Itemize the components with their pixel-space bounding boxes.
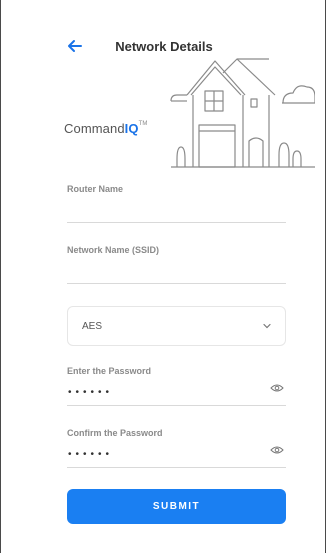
- network-name-label: Network Name (SSID): [67, 245, 160, 255]
- password-label: Enter the Password: [67, 366, 152, 376]
- password-field[interactable]: Enter the Password ••••••: [67, 366, 286, 406]
- encryption-select[interactable]: AES: [67, 306, 286, 346]
- router-name-label: Router Name: [67, 184, 124, 194]
- encryption-selected-value: AES: [82, 321, 103, 332]
- eye-icon[interactable]: [270, 383, 284, 393]
- confirm-password-field[interactable]: Confirm the Password ••••••: [67, 428, 286, 468]
- brand-name-prefix: Command: [64, 121, 125, 136]
- password-masked-value: ••••••: [68, 387, 114, 398]
- brand-trademark: TM: [138, 121, 148, 127]
- network-name-field[interactable]: Network Name (SSID): [67, 245, 286, 284]
- app-screen: Network Details CommandIQTM Router Name …: [0, 0, 326, 553]
- confirm-password-masked-value: ••••••: [68, 449, 114, 460]
- confirm-password-label: Confirm the Password: [67, 428, 163, 438]
- house-illustration-icon: [170, 58, 315, 168]
- page-title: Network Details: [115, 39, 213, 54]
- eye-icon[interactable]: [270, 445, 284, 455]
- router-name-field[interactable]: Router Name: [67, 184, 286, 223]
- brand-name-suffix: IQ: [124, 121, 139, 136]
- chevron-down-icon: [263, 323, 271, 329]
- brand-logo: CommandIQTM: [64, 121, 147, 136]
- submit-button[interactable]: SUBMIT: [67, 489, 286, 524]
